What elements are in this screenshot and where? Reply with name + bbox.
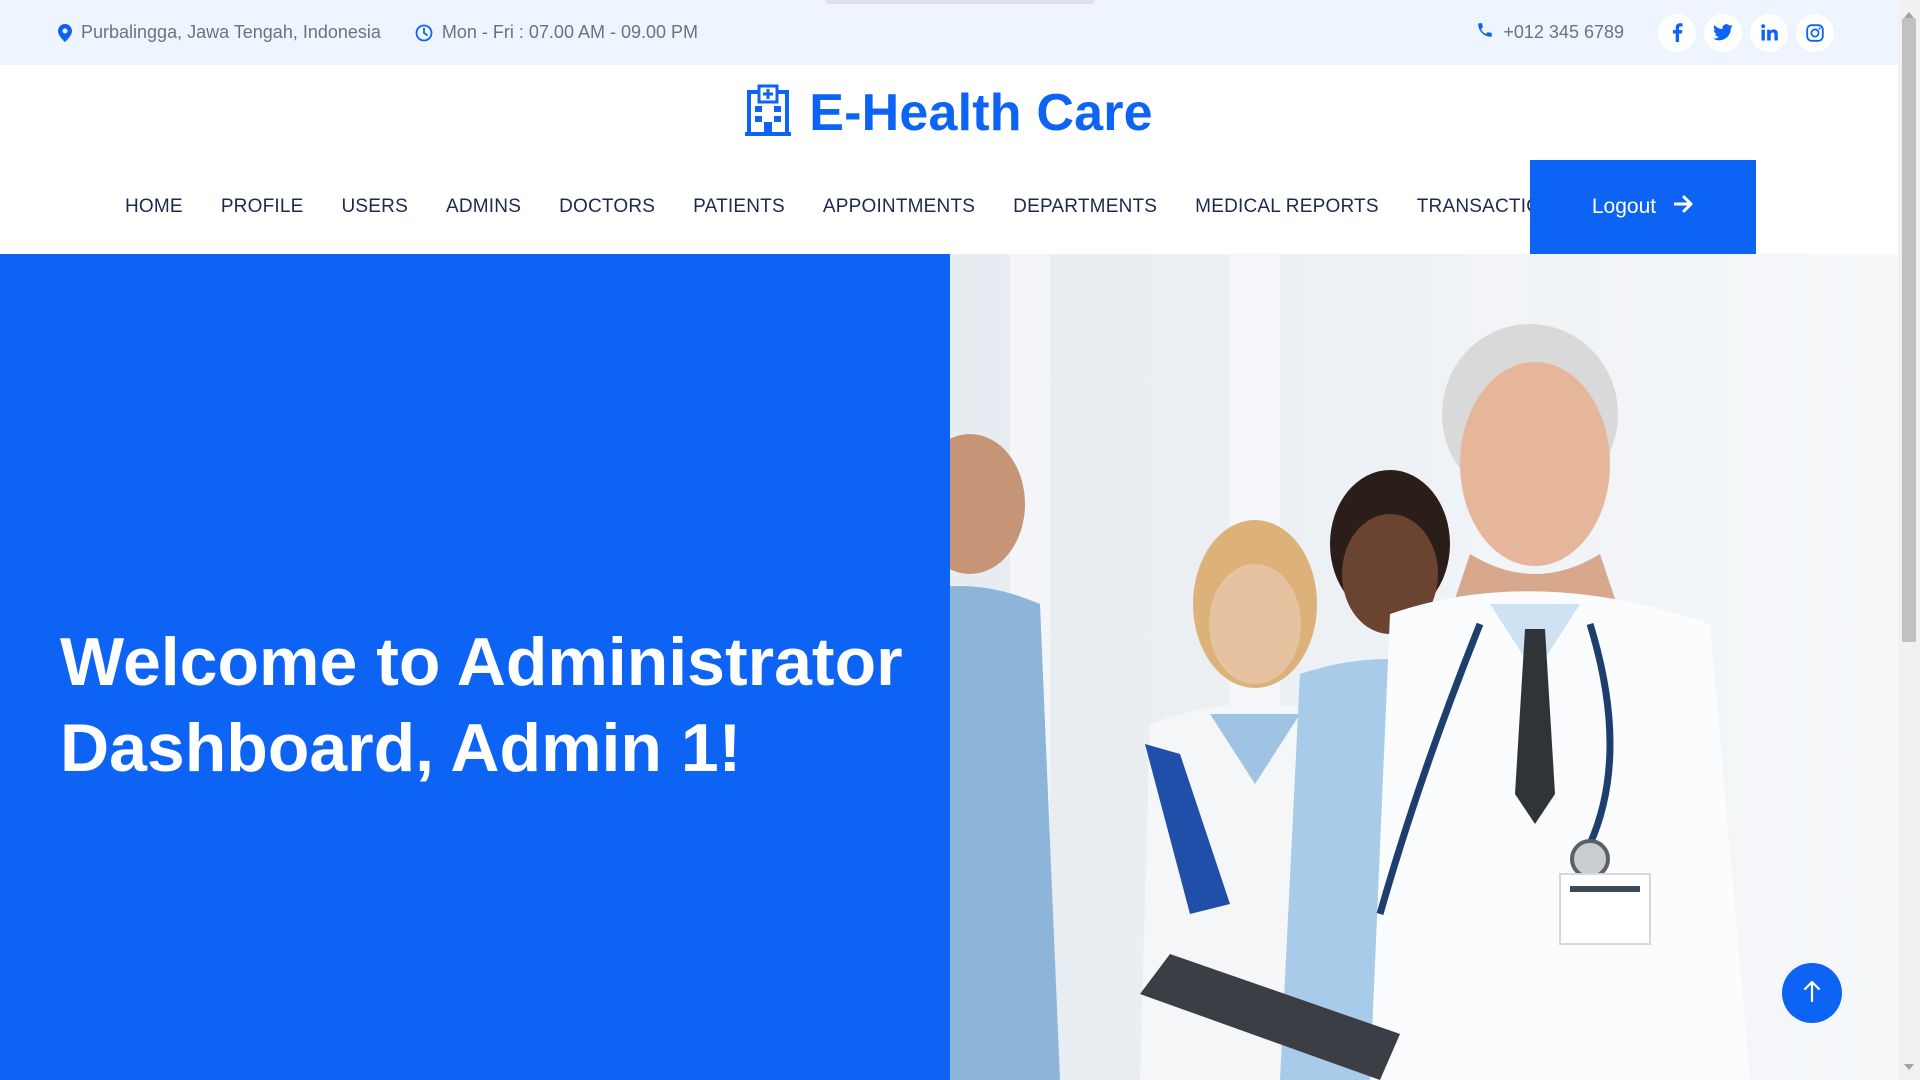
phone-icon	[1476, 21, 1494, 44]
hero-section: Welcome to Administrator Dashboard, Admi…	[0, 254, 1898, 1080]
linkedin-icon[interactable]	[1750, 13, 1788, 52]
nav-menu: HOME PROFILE USERS ADMINS DOCTORS PATIEN…	[125, 160, 1568, 254]
nav-item-doctors[interactable]: DOCTORS	[559, 196, 655, 218]
nav-item-departments[interactable]: DEPARTMENTS	[1013, 196, 1157, 218]
hero-title: Welcome to Administrator Dashboard, Admi…	[60, 619, 920, 791]
instagram-icon[interactable]	[1796, 13, 1834, 52]
logout-button[interactable]: Logout	[1530, 160, 1756, 254]
logout-label: Logout	[1591, 195, 1657, 218]
nav-item-patients[interactable]: PATIENTS	[693, 196, 785, 218]
hero-title-line-2: Dashboard, Admin 1!	[60, 710, 742, 786]
nav-item-home[interactable]: HOME	[125, 196, 183, 218]
topbar-tab-shadow	[825, 0, 1095, 4]
nav-item-medical-reports[interactable]: MEDICAL REPORTS	[1195, 196, 1379, 218]
brand-header: E-Health Care	[0, 65, 1898, 160]
main-navigation: HOME PROFILE USERS ADMINS DOCTORS PATIEN…	[0, 160, 1898, 254]
hero-title-line-1: Welcome to Administrator	[60, 624, 903, 700]
social-links	[1658, 13, 1834, 52]
top-info-bar: Purbalingga, Jawa Tengah, Indonesia Mon …	[0, 0, 1898, 65]
arrow-up-icon	[1803, 979, 1821, 1008]
hours-text: Mon - Fri : 07.00 AM - 09.00 PM	[441, 22, 699, 42]
scroll-arrow-down-icon[interactable]	[1904, 1057, 1914, 1075]
facebook-icon[interactable]	[1658, 13, 1696, 52]
nav-item-profile[interactable]: PROFILE	[221, 196, 304, 218]
scrollbar-thumb[interactable]	[1902, 18, 1916, 642]
nav-item-appointments[interactable]: APPOINTMENTS	[823, 196, 975, 218]
hours-info: Mon - Fri : 07.00 AM - 09.00 PM	[415, 22, 698, 43]
scroll-to-top-button[interactable]	[1782, 963, 1842, 1023]
location-pin-icon	[58, 23, 72, 42]
nav-item-users[interactable]: USERS	[342, 196, 408, 218]
hospital-icon	[745, 84, 792, 141]
arrow-right-icon	[1673, 195, 1694, 219]
topbar-right: +012 345 6789	[1476, 0, 1834, 65]
address-info: Purbalingga, Jawa Tengah, Indonesia	[58, 22, 381, 43]
nav-item-admins[interactable]: ADMINS	[446, 196, 521, 218]
address-text: Purbalingga, Jawa Tengah, Indonesia	[81, 22, 381, 42]
twitter-icon[interactable]	[1704, 13, 1742, 52]
clock-icon	[415, 24, 433, 42]
doctors-hero-image	[950, 254, 1898, 1080]
brand-title[interactable]: E-Health Care	[809, 83, 1153, 143]
phone-text: +012 345 6789	[1503, 22, 1624, 42]
page-scrollbar[interactable]	[1898, 0, 1920, 1080]
hero-welcome-panel: Welcome to Administrator Dashboard, Admi…	[0, 254, 950, 1080]
topbar-contact-info: Purbalingga, Jawa Tengah, Indonesia Mon …	[58, 0, 698, 65]
phone-info: +012 345 6789	[1476, 21, 1624, 44]
